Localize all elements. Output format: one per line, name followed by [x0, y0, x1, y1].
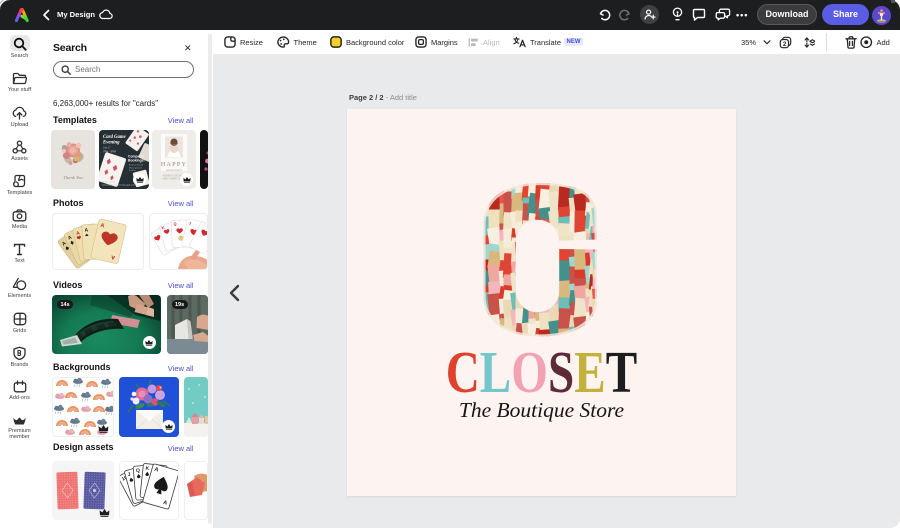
svg-text:Q: Q [173, 221, 176, 226]
svg-text:July 27: July 27 [103, 146, 111, 149]
svg-text:A Great Social: A Great Social [129, 163, 143, 166]
svg-text:anniversary: anniversary [166, 168, 183, 172]
svg-text:7PM - 9PM: 7PM - 9PM [103, 149, 116, 153]
svg-text:Evening: Evening [102, 140, 120, 145]
svg-text:A: A [84, 227, 88, 233]
svg-text:www.cardgameevenings.god.com: www.cardgameevenings.god.com [102, 183, 135, 186]
svg-text:Q: Q [135, 467, 140, 473]
svg-text:HAPPY: HAPPY [161, 161, 187, 168]
svg-text:Card Game: Card Game [103, 135, 127, 140]
svg-text:Thank You: Thank You [63, 175, 83, 180]
svg-text:Bookings!: Bookings! [128, 158, 145, 162]
svg-text:2: 2 [783, 40, 787, 47]
svg-text:Mixer geared: Mixer geared [129, 166, 143, 169]
svg-text:Daily's Sports: Daily's Sports [102, 180, 116, 183]
svg-text:for 18+: for 18+ [129, 169, 137, 172]
